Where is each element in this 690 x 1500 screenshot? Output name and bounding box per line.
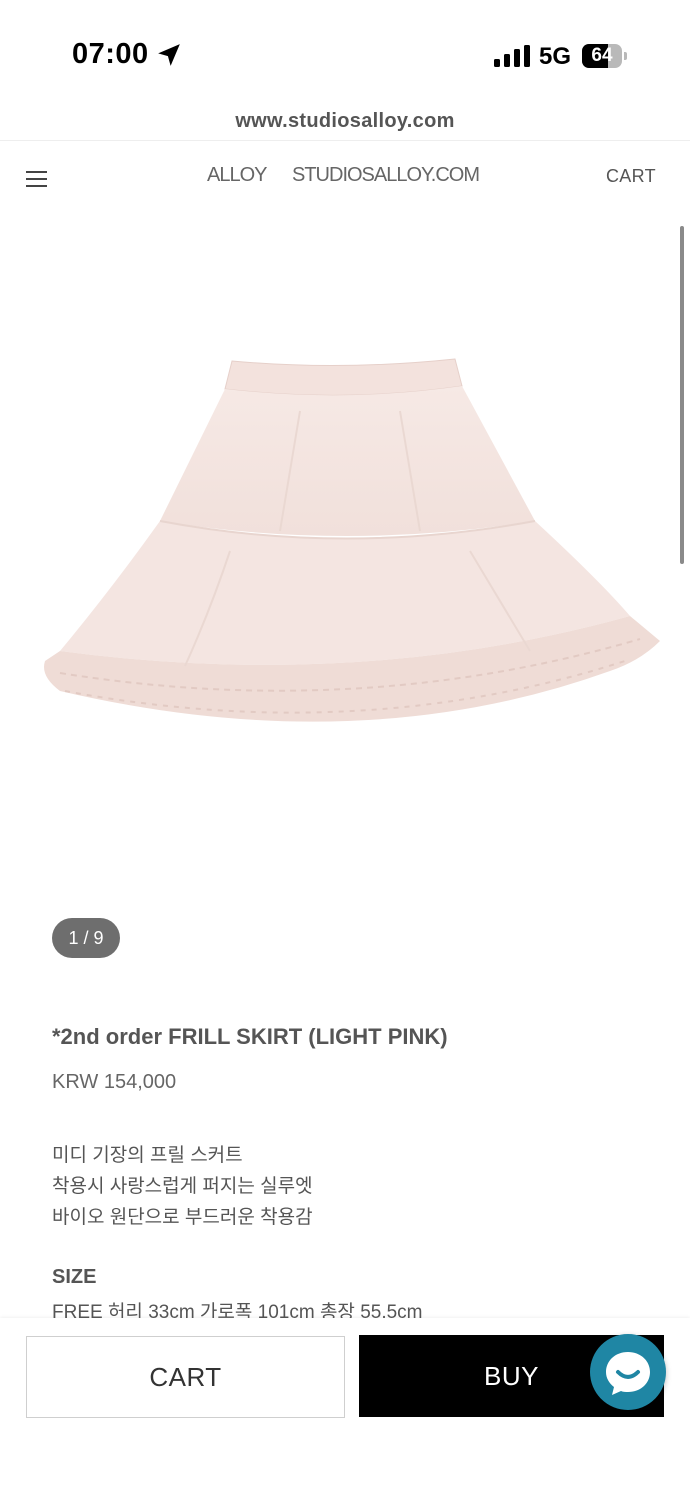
brand-logo-studiosalloy[interactable]: STUDIOSALLOY.COM <box>292 164 480 187</box>
location-arrow-icon <box>158 44 180 66</box>
image-counter-badge: 1 / 9 <box>52 918 120 958</box>
browser-url-bar[interactable]: www.studiosalloy.com <box>0 100 690 141</box>
product-title: *2nd order FRILL SKIRT (LIGHT PINK) <box>52 1024 448 1049</box>
battery-icon: 64 <box>582 44 628 68</box>
description-line: 착용시 사랑스럽게 퍼지는 실루엣 <box>52 1176 313 1197</box>
chat-bubble-icon[interactable] <box>590 1334 666 1410</box>
page-scrollbar[interactable] <box>680 226 684 564</box>
size-heading: SIZE <box>52 1266 97 1288</box>
brand-logo-alloy[interactable]: ALLOY <box>207 164 267 187</box>
battery-percent: 64 <box>591 45 613 66</box>
hamburger-menu-icon[interactable] <box>26 171 47 188</box>
product-price: KRW 154,000 <box>52 1071 177 1093</box>
status-bar: 07:00 5G 64 <box>0 0 690 100</box>
site-header: ALLOY STUDIOSALLOY.COM CART <box>0 141 690 221</box>
description-line: 바이오 원단으로 부드러운 착용감 <box>52 1207 313 1228</box>
skirt-illustration <box>44 358 660 722</box>
status-time: 07:00 <box>72 38 149 70</box>
url-text: www.studiosalloy.com <box>235 110 455 132</box>
add-to-cart-button[interactable]: CART <box>26 1336 345 1418</box>
network-type: 5G <box>539 43 572 70</box>
header-cart-link[interactable]: CART <box>606 166 656 187</box>
description-line: 미디 기장의 프릴 스커트 <box>52 1145 243 1166</box>
product-image[interactable] <box>0 221 690 901</box>
product-description: 미디 기장의 프릴 스커트 착용시 사랑스럽게 퍼지는 실루엣 바이오 원단으로… <box>52 1140 313 1233</box>
cellular-signal-icon <box>494 45 530 67</box>
